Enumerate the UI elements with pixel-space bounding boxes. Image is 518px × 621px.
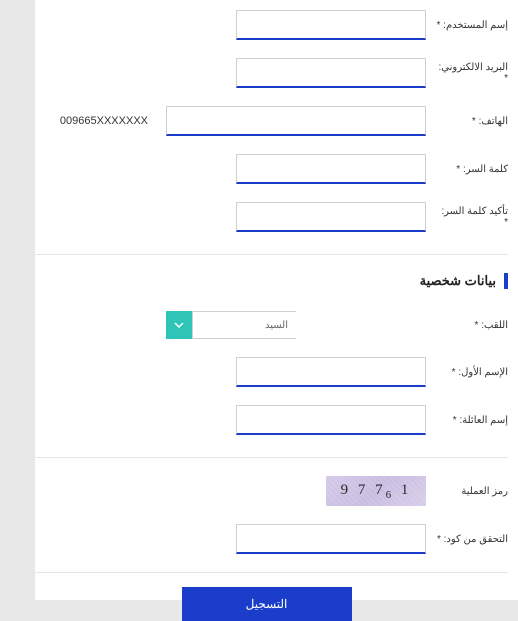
username-row: إسم المستخدم: * [35,10,508,40]
title-dropdown[interactable]: السيد [166,311,296,339]
title-dropdown-value: السيد [192,311,296,339]
verify-label: التحقق من كود: * [436,534,508,545]
password-input[interactable] [236,154,427,184]
submit-area: التسجيل [25,572,508,621]
password-row: كلمة السر: * [35,154,508,184]
captcha-row: رمز العملية 1 76 7 9 [35,476,508,506]
firstname-label: الإسم الأول: * [436,367,508,378]
email-row: البريد الالكتروني: * [35,58,508,88]
captcha-text: 1 76 7 9 [341,482,412,501]
registration-form: إسم المستخدم: * البريد الالكتروني: * اله… [35,0,518,600]
firstname-row: الإسم الأول: * [35,357,508,387]
chevron-down-icon [174,320,184,330]
title-row: اللقب: * السيد [35,311,508,339]
phone-row: الهاتف: * 009665XXXXXXX [35,106,508,136]
phone-input[interactable] [166,106,426,136]
email-input[interactable] [236,58,427,88]
confirm-password-input[interactable] [236,202,427,232]
email-label: البريد الالكتروني: * [436,62,508,84]
username-input[interactable] [236,10,427,40]
captcha-label: رمز العملية [436,486,508,497]
submit-button[interactable]: التسجيل [182,587,352,621]
divider [25,254,508,255]
username-label: إسم المستخدم: * [436,20,508,31]
captcha-image: 1 76 7 9 [326,476,426,506]
title-dropdown-button[interactable] [166,311,192,339]
verify-input[interactable] [236,524,427,554]
lastname-row: إسم العائلة: * [35,405,508,435]
firstname-input[interactable] [236,357,427,387]
confirm-password-label: تأكيد كلمة السر: * [436,206,508,228]
phone-hint: 009665XXXXXXX [60,115,148,127]
confirm-password-row: تأكيد كلمة السر: * [35,202,508,232]
personal-section-title: بيانات شخصية [35,273,508,289]
lastname-label: إسم العائلة: * [436,415,508,426]
phone-label: الهاتف: * [436,116,508,127]
lastname-input[interactable] [236,405,427,435]
title-label: اللقب: * [436,320,508,331]
divider [25,457,508,458]
password-label: كلمة السر: * [436,164,508,175]
verify-row: التحقق من كود: * [35,524,508,554]
